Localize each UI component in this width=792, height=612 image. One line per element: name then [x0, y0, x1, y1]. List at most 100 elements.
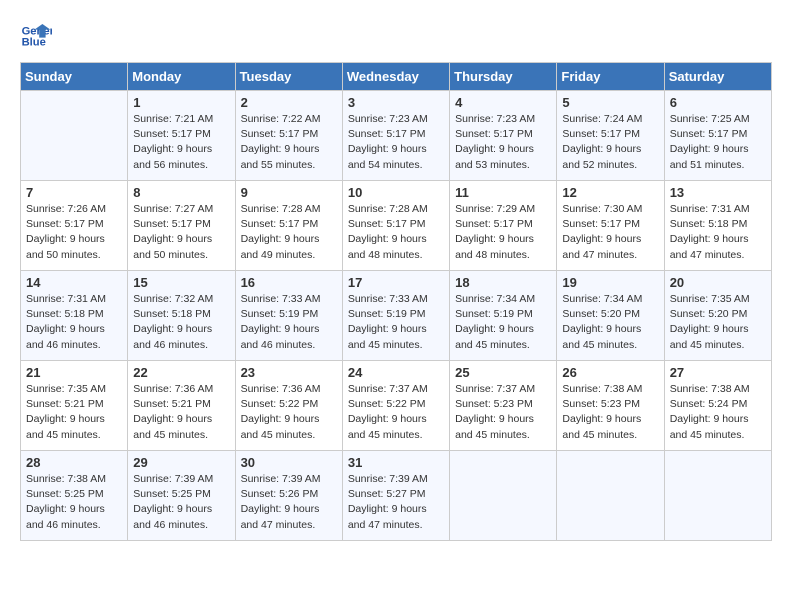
calendar-cell: 24 Sunrise: 7:37 AM Sunset: 5:22 PM Dayli… [342, 361, 449, 451]
day-number: 25 [455, 365, 551, 380]
calendar-cell: 4 Sunrise: 7:23 AM Sunset: 5:17 PM Daylig… [450, 91, 557, 181]
week-row-2: 7 Sunrise: 7:26 AM Sunset: 5:17 PM Daylig… [21, 181, 772, 271]
day-number: 16 [241, 275, 337, 290]
cell-info: Sunrise: 7:26 AM Sunset: 5:17 PM Dayligh… [26, 202, 122, 263]
cell-info: Sunrise: 7:22 AM Sunset: 5:17 PM Dayligh… [241, 112, 337, 173]
day-number: 18 [455, 275, 551, 290]
calendar-cell: 5Sunrise: 7:24 AM Sunset: 5:17 PM Daylig… [557, 91, 664, 181]
header-monday: Monday [128, 63, 235, 91]
cell-info: Sunrise: 7:36 AM Sunset: 5:21 PM Dayligh… [133, 382, 229, 443]
day-number: 23 [241, 365, 337, 380]
page-header: General Blue [20, 20, 772, 52]
calendar-cell: 15 Sunrise: 7:32 AM Sunset: 5:18 PM Dayli… [128, 271, 235, 361]
day-number: 24 [348, 365, 444, 380]
calendar-cell: 11Sunrise: 7:29 AM Sunset: 5:17 PM Dayli… [450, 181, 557, 271]
day-number: 9 [241, 185, 337, 200]
day-number: 19 [562, 275, 658, 290]
svg-text:Blue: Blue [22, 37, 46, 49]
cell-info: Sunrise: 7:35 AM Sunset: 5:20 PM Dayligh… [670, 292, 766, 353]
calendar-cell: 7 Sunrise: 7:26 AM Sunset: 5:17 PM Daylig… [21, 181, 128, 271]
calendar-cell [21, 91, 128, 181]
calendar-cell: 10 Sunrise: 7:28 AM Sunset: 5:17 PM Dayli… [342, 181, 449, 271]
cell-info: Sunrise: 7:38 AM Sunset: 5:25 PM Dayligh… [26, 472, 122, 533]
cell-info: Sunrise: 7:21 AM Sunset: 5:17 PM Dayligh… [133, 112, 229, 173]
calendar-cell: 25 Sunrise: 7:37 AM Sunset: 5:23 PM Dayli… [450, 361, 557, 451]
day-number: 21 [26, 365, 122, 380]
cell-info: Sunrise: 7:35 AM Sunset: 5:21 PM Dayligh… [26, 382, 122, 443]
calendar-cell: 29 Sunrise: 7:39 AM Sunset: 5:25 PM Dayli… [128, 451, 235, 541]
cell-info: Sunrise: 7:31 AM Sunset: 5:18 PM Dayligh… [26, 292, 122, 353]
cell-info: Sunrise: 7:24 AM Sunset: 5:17 PM Dayligh… [562, 112, 658, 173]
cell-info: Sunrise: 7:25 AM Sunset: 5:17 PM Dayligh… [670, 112, 766, 173]
calendar-cell: 20 Sunrise: 7:35 AM Sunset: 5:20 PM Dayli… [664, 271, 771, 361]
cell-info: Sunrise: 7:38 AM Sunset: 5:23 PM Dayligh… [562, 382, 658, 443]
header-thursday: Thursday [450, 63, 557, 91]
cell-info: Sunrise: 7:32 AM Sunset: 5:18 PM Dayligh… [133, 292, 229, 353]
calendar-cell [557, 451, 664, 541]
day-number: 29 [133, 455, 229, 470]
calendar-cell: 27 Sunrise: 7:38 AM Sunset: 5:24 PM Dayli… [664, 361, 771, 451]
calendar-cell: 26 Sunrise: 7:38 AM Sunset: 5:23 PM Dayli… [557, 361, 664, 451]
header-row: SundayMondayTuesdayWednesdayThursdayFrid… [21, 63, 772, 91]
logo: General Blue [20, 20, 56, 52]
calendar-cell: 22Sunrise: 7:36 AM Sunset: 5:21 PM Dayli… [128, 361, 235, 451]
week-row-3: 14 Sunrise: 7:31 AM Sunset: 5:18 PM Dayli… [21, 271, 772, 361]
calendar-cell: 18 Sunrise: 7:34 AM Sunset: 5:19 PM Dayli… [450, 271, 557, 361]
calendar-cell: 6Sunrise: 7:25 AM Sunset: 5:17 PM Daylig… [664, 91, 771, 181]
header-saturday: Saturday [664, 63, 771, 91]
header-wednesday: Wednesday [342, 63, 449, 91]
calendar-cell: 23 Sunrise: 7:36 AM Sunset: 5:22 PM Dayli… [235, 361, 342, 451]
calendar-cell: 1 Sunrise: 7:21 AM Sunset: 5:17 PM Daylig… [128, 91, 235, 181]
cell-info: Sunrise: 7:39 AM Sunset: 5:25 PM Dayligh… [133, 472, 229, 533]
day-number: 12 [562, 185, 658, 200]
cell-info: Sunrise: 7:36 AM Sunset: 5:22 PM Dayligh… [241, 382, 337, 443]
day-number: 15 [133, 275, 229, 290]
cell-info: Sunrise: 7:38 AM Sunset: 5:24 PM Dayligh… [670, 382, 766, 443]
calendar-header: SundayMondayTuesdayWednesdayThursdayFrid… [21, 63, 772, 91]
calendar-cell [664, 451, 771, 541]
calendar-cell: 14 Sunrise: 7:31 AM Sunset: 5:18 PM Dayli… [21, 271, 128, 361]
day-number: 8 [133, 185, 229, 200]
day-number: 10 [348, 185, 444, 200]
cell-info: Sunrise: 7:23 AM Sunset: 5:17 PM Dayligh… [455, 112, 551, 173]
cell-info: Sunrise: 7:34 AM Sunset: 5:19 PM Dayligh… [455, 292, 551, 353]
calendar-cell: 12 Sunrise: 7:30 AM Sunset: 5:17 PM Dayli… [557, 181, 664, 271]
calendar-cell [450, 451, 557, 541]
calendar-cell: 17Sunrise: 7:33 AM Sunset: 5:19 PM Dayli… [342, 271, 449, 361]
cell-info: Sunrise: 7:39 AM Sunset: 5:27 PM Dayligh… [348, 472, 444, 533]
calendar-cell: 9 Sunrise: 7:28 AM Sunset: 5:17 PM Daylig… [235, 181, 342, 271]
header-tuesday: Tuesday [235, 63, 342, 91]
week-row-5: 28Sunrise: 7:38 AM Sunset: 5:25 PM Dayli… [21, 451, 772, 541]
cell-info: Sunrise: 7:31 AM Sunset: 5:18 PM Dayligh… [670, 202, 766, 263]
calendar-cell: 3Sunrise: 7:23 AM Sunset: 5:17 PM Daylig… [342, 91, 449, 181]
calendar-cell: 21 Sunrise: 7:35 AM Sunset: 5:21 PM Dayli… [21, 361, 128, 451]
cell-info: Sunrise: 7:28 AM Sunset: 5:17 PM Dayligh… [241, 202, 337, 263]
cell-info: Sunrise: 7:37 AM Sunset: 5:23 PM Dayligh… [455, 382, 551, 443]
day-number: 26 [562, 365, 658, 380]
calendar-cell: 19Sunrise: 7:34 AM Sunset: 5:20 PM Dayli… [557, 271, 664, 361]
day-number: 13 [670, 185, 766, 200]
calendar-cell: 8Sunrise: 7:27 AM Sunset: 5:17 PM Daylig… [128, 181, 235, 271]
week-row-4: 21 Sunrise: 7:35 AM Sunset: 5:21 PM Dayli… [21, 361, 772, 451]
day-number: 31 [348, 455, 444, 470]
day-number: 2 [241, 95, 337, 110]
logo-icon: General Blue [20, 20, 52, 52]
day-number: 30 [241, 455, 337, 470]
day-number: 1 [133, 95, 229, 110]
header-sunday: Sunday [21, 63, 128, 91]
svg-text:General: General [22, 25, 52, 37]
day-number: 3 [348, 95, 444, 110]
calendar-cell: 30Sunrise: 7:39 AM Sunset: 5:26 PM Dayli… [235, 451, 342, 541]
calendar-cell: 13 Sunrise: 7:31 AM Sunset: 5:18 PM Dayli… [664, 181, 771, 271]
day-number: 4 [455, 95, 551, 110]
day-number: 17 [348, 275, 444, 290]
day-number: 27 [670, 365, 766, 380]
cell-info: Sunrise: 7:37 AM Sunset: 5:22 PM Dayligh… [348, 382, 444, 443]
day-number: 14 [26, 275, 122, 290]
cell-info: Sunrise: 7:30 AM Sunset: 5:17 PM Dayligh… [562, 202, 658, 263]
cell-info: Sunrise: 7:28 AM Sunset: 5:17 PM Dayligh… [348, 202, 444, 263]
day-number: 7 [26, 185, 122, 200]
header-friday: Friday [557, 63, 664, 91]
day-number: 20 [670, 275, 766, 290]
cell-info: Sunrise: 7:33 AM Sunset: 5:19 PM Dayligh… [241, 292, 337, 353]
